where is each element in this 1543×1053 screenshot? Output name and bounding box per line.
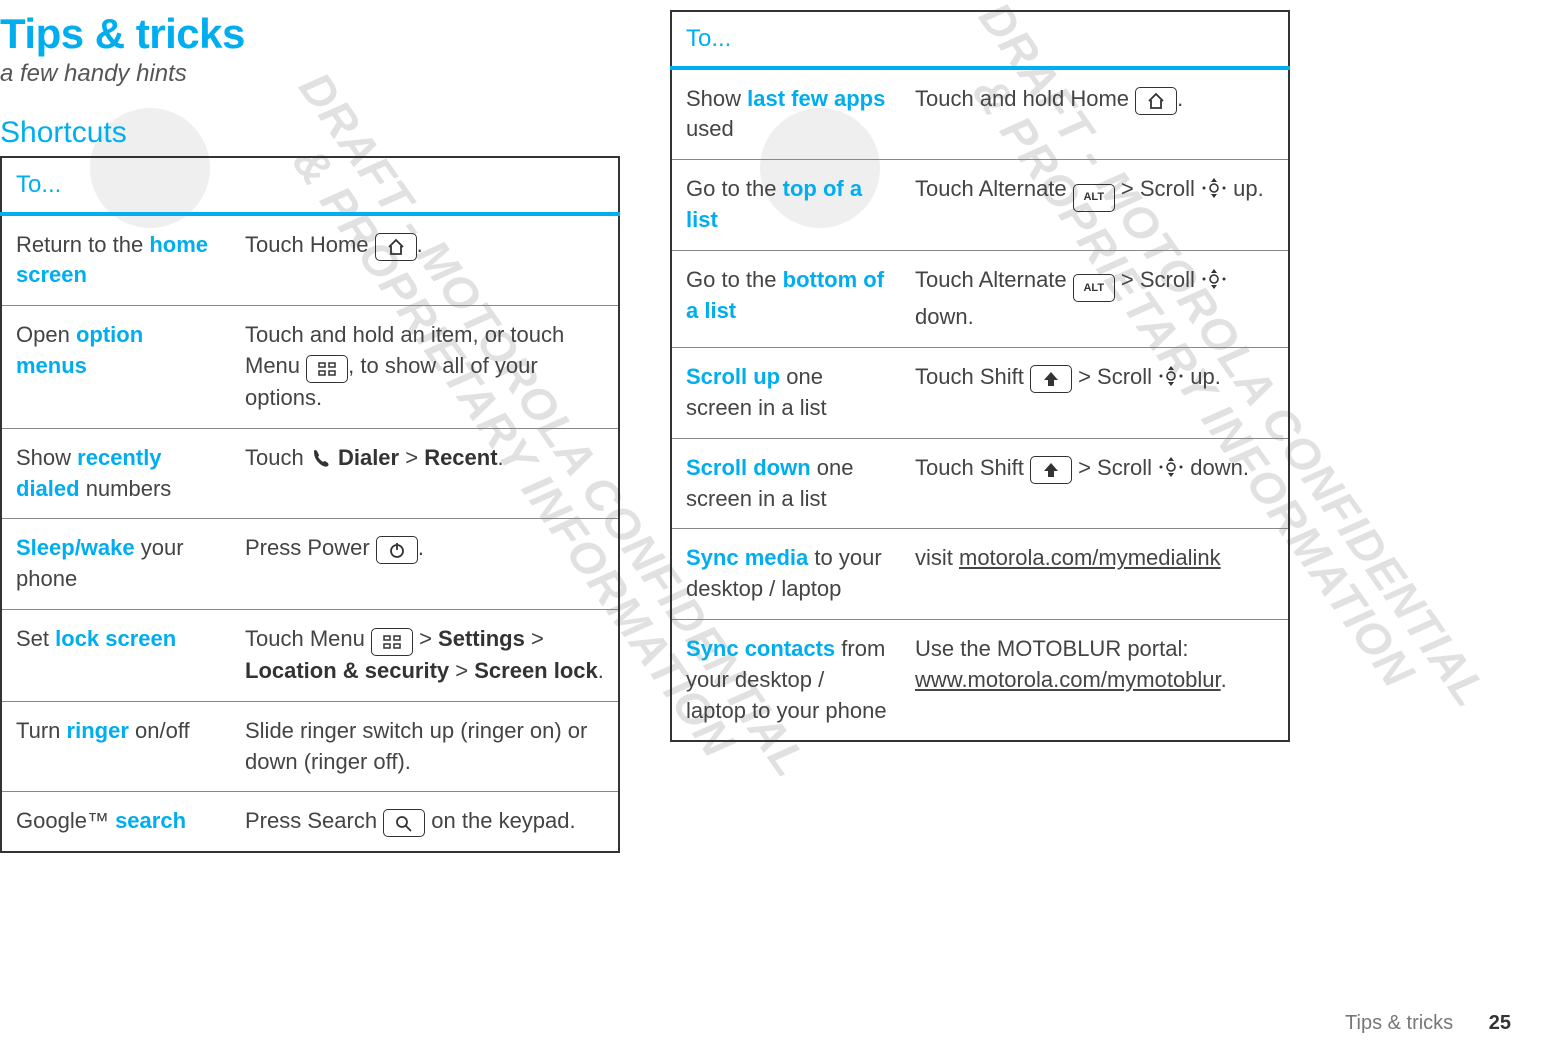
action-cell: Return to the home screen: [1, 214, 231, 306]
action-cell: Open option menus: [1, 306, 231, 429]
action-cell: Sleep/wake your phone: [1, 519, 231, 610]
instruction-cell: Touch Home .: [231, 214, 619, 306]
shortcuts-table-left: To... Return to the home screen Touch Ho…: [0, 156, 620, 853]
page-number: 25: [1489, 1012, 1511, 1034]
instruction-cell: Touch Menu > Settings > Location & secur…: [231, 609, 619, 701]
instruction-cell: Touch and hold Home .: [901, 68, 1289, 160]
shortcuts-table-right: To... Show last few apps used Touch and …: [670, 10, 1290, 742]
home-key-icon: [1135, 87, 1177, 115]
action-cell: Show last few apps used: [671, 68, 901, 160]
scroll-icon: [1158, 364, 1184, 397]
instruction-cell: Touch Shift > Scroll up.: [901, 348, 1289, 439]
action-cell: Turn ringer on/off: [1, 701, 231, 792]
alt-key-icon: ALT: [1073, 184, 1115, 212]
instruction-cell: Touch and hold an item, or touch Menu , …: [231, 306, 619, 429]
action-cell: Sync contacts from your desktop / laptop…: [671, 620, 901, 742]
action-cell: Google™ search: [1, 792, 231, 853]
table-row: Set lock screen Touch Menu > Settings > …: [1, 609, 619, 701]
instruction-cell: visit motorola.com/mymedialink: [901, 529, 1289, 620]
table-row: Open option menus Touch and hold an item…: [1, 306, 619, 429]
action-cell: Go to the top of a list: [671, 160, 901, 251]
instruction-cell: Slide ringer switch up (ringer on) or do…: [231, 701, 619, 792]
scroll-icon: [1158, 455, 1184, 488]
table-row: Sync contacts from your desktop / laptop…: [671, 620, 1289, 742]
home-key-icon: [375, 233, 417, 261]
table-header: To...: [671, 11, 1289, 68]
action-cell: Scroll up one screen in a list: [671, 348, 901, 439]
table-row: Show last few apps used Touch and hold H…: [671, 68, 1289, 160]
alt-key-icon: ALT: [1073, 274, 1115, 302]
action-cell: Scroll down one screen in a list: [671, 438, 901, 529]
table-row: Turn ringer on/off Slide ringer switch u…: [1, 701, 619, 792]
instruction-cell: Press Power .: [231, 519, 619, 610]
subtitle: a few handy hints: [0, 60, 620, 88]
phone-icon: [310, 447, 332, 478]
instruction-cell: Touch Shift > Scroll down.: [901, 438, 1289, 529]
instruction-cell: Use the MOTOBLUR portal: www.motorola.co…: [901, 620, 1289, 742]
table-row: Sync media to your desktop / laptop visi…: [671, 529, 1289, 620]
instruction-cell: Touch Alternate ALT > Scroll up.: [901, 160, 1289, 251]
table-row: Google™ search Press Search on the keypa…: [1, 792, 619, 853]
section-heading: Shortcuts: [0, 116, 620, 150]
action-cell: Set lock screen: [1, 609, 231, 701]
table-row: Return to the home screen Touch Home .: [1, 214, 619, 306]
menu-key-icon: [306, 355, 348, 383]
action-cell: Show recently dialed numbers: [1, 428, 231, 519]
right-column: To... Show last few apps used Touch and …: [670, 10, 1290, 853]
action-cell: Sync media to your desktop / laptop: [671, 529, 901, 620]
table-row: Sleep/wake your phone Press Power .: [1, 519, 619, 610]
search-key-icon: [383, 809, 425, 837]
action-cell: Go to the bottom of a list: [671, 250, 901, 348]
table-header: To...: [1, 157, 619, 214]
table-row: Scroll down one screen in a list Touch S…: [671, 438, 1289, 529]
instruction-cell: Press Search on the keypad.: [231, 792, 619, 853]
scroll-icon: [1201, 176, 1227, 209]
menu-key-icon: [371, 628, 413, 656]
instruction-cell: Touch Dialer > Recent.: [231, 428, 619, 519]
left-column: Tips & tricks a few handy hints Shortcut…: [0, 10, 620, 853]
instruction-cell: Touch Alternate ALT > Scroll down.: [901, 250, 1289, 348]
table-row: Show recently dialed numbers Touch Diale…: [1, 428, 619, 519]
power-key-icon: [376, 536, 418, 564]
footer-text: Tips & tricks: [1345, 1012, 1453, 1034]
footer: Tips & tricks 25: [1345, 1012, 1511, 1035]
table-row: Scroll up one screen in a list Touch Shi…: [671, 348, 1289, 439]
table-row: Go to the top of a list Touch Alternate …: [671, 160, 1289, 251]
scroll-icon: [1201, 267, 1227, 300]
shift-key-icon: [1030, 365, 1072, 393]
page-title: Tips & tricks: [0, 10, 620, 58]
shift-key-icon: [1030, 456, 1072, 484]
table-row: Go to the bottom of a list Touch Alterna…: [671, 250, 1289, 348]
